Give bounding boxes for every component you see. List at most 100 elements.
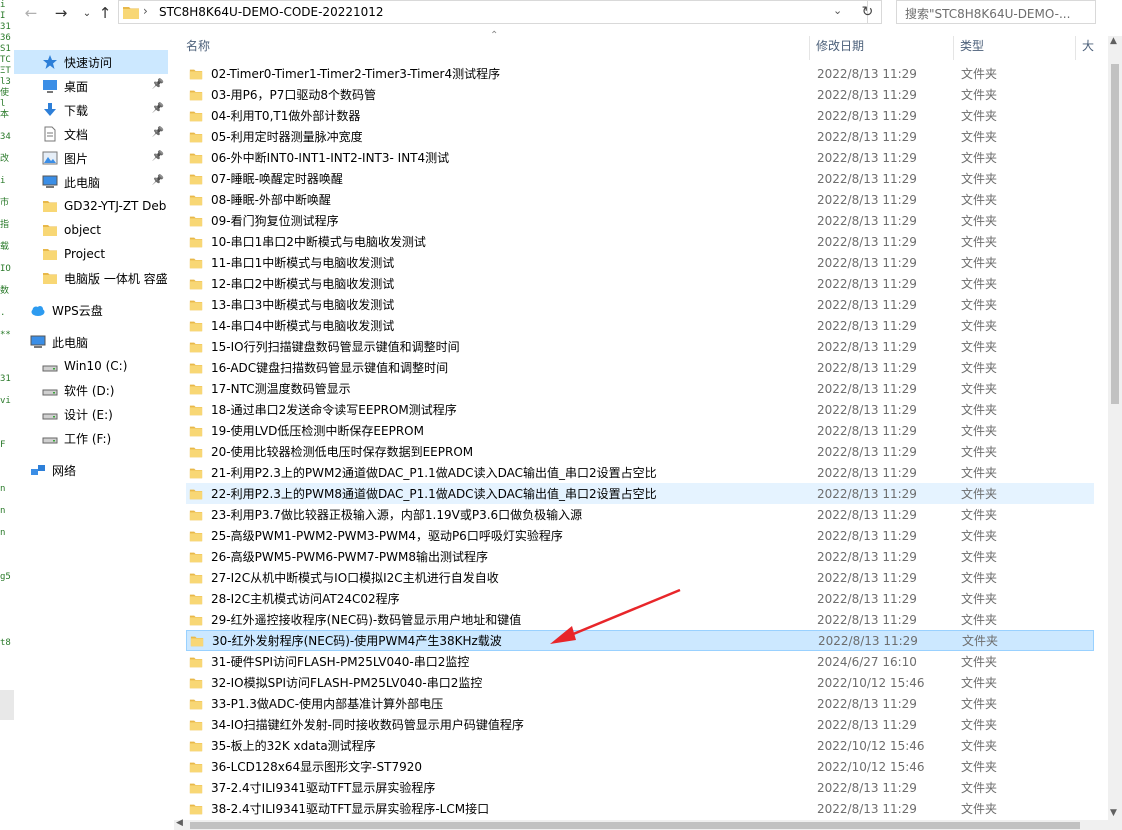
pin-icon[interactable]: 📌 xyxy=(152,103,164,114)
nav-item[interactable]: 下载 📌 xyxy=(14,98,168,122)
file-row[interactable]: 37-2.4寸ILI9341驱动TFT显示屏实验程序 2022/8/13 11:2… xyxy=(186,777,1094,798)
code-line: n xyxy=(0,484,6,494)
file-row[interactable]: 32-IO模拟SPI访问FLASH-PM25LV040-串口2监控 2022/10… xyxy=(186,672,1094,693)
breadcrumb-chevron-icon: › xyxy=(143,4,148,18)
code-line: i xyxy=(0,176,6,186)
nav-item[interactable]: 此电脑 📌 xyxy=(14,170,168,194)
folder-icon xyxy=(189,363,203,373)
file-row[interactable]: 02-Timer0-Timer1-Timer2-Timer3-Timer4测试程… xyxy=(186,63,1094,84)
file-type: 文件夹 xyxy=(961,193,998,207)
nav-item[interactable]: 此电脑 xyxy=(14,330,168,354)
file-row[interactable]: 25-高级PWM1-PWM2-PWM3-PWM4，驱动P6口呼吸灯实验程序 202… xyxy=(186,525,1094,546)
nav-item[interactable]: 文档 📌 xyxy=(14,122,168,146)
folder-icon xyxy=(189,573,203,583)
file-row[interactable]: 11-串口1中断模式与电脑收发测试 2022/8/13 11:29 文件夹 xyxy=(186,252,1094,273)
file-name: 13-串口3中断模式与电脑收发测试 xyxy=(211,298,395,312)
file-row[interactable]: 05-利用定时器测量脉冲宽度 2022/8/13 11:29 文件夹 xyxy=(186,126,1094,147)
file-row[interactable]: 31-硬件SPI访问FLASH-PM25LV040-串口2监控 2024/6/27… xyxy=(186,651,1094,672)
file-type: 文件夹 xyxy=(961,340,998,354)
address-path[interactable]: STC8H8K64U-DEMO-CODE-20221012 xyxy=(159,5,384,19)
file-modified-date: 2022/8/13 11:29 xyxy=(817,360,917,375)
back-button[interactable]: ← xyxy=(20,2,42,24)
nav-item[interactable]: 工作 (F:) xyxy=(14,426,168,450)
column-header-date[interactable]: 修改日期 xyxy=(810,36,954,60)
file-row[interactable]: 04-利用T0,T1做外部计数器 2022/8/13 11:29 文件夹 xyxy=(186,105,1094,126)
file-row[interactable]: 23-利用P3.7做比较器正极输入源，内部1.19V或P3.6口做负极输入源 20… xyxy=(186,504,1094,525)
pin-icon[interactable]: 📌 xyxy=(152,79,164,90)
nav-item[interactable]: 设计 (E:) xyxy=(14,402,168,426)
file-row[interactable]: 13-串口3中断模式与电脑收发测试 2022/8/13 11:29 文件夹 xyxy=(186,294,1094,315)
pin-icon[interactable]: 📌 xyxy=(152,151,164,162)
address-bar[interactable]: › STC8H8K64U-DEMO-CODE-20221012 ⌄ xyxy=(118,0,868,24)
refresh-button[interactable]: ↻ xyxy=(854,0,882,24)
file-row[interactable]: 27-I2C从机中断模式与IO口模拟I2C主机进行自发自收 2022/8/13 1… xyxy=(186,567,1094,588)
file-modified-date: 2022/8/13 11:29 xyxy=(817,66,917,81)
file-row[interactable]: 19-使用LVD低压检测中断保存EEPROM 2022/8/13 11:29 文件夹 xyxy=(186,420,1094,441)
nav-item[interactable]: 软件 (D:) xyxy=(14,378,168,402)
up-button[interactable]: ↑ xyxy=(94,2,116,24)
file-row[interactable]: 14-串口4中断模式与电脑收发测试 2022/8/13 11:29 文件夹 xyxy=(186,315,1094,336)
file-row[interactable]: 12-串口2中断模式与电脑收发测试 2022/8/13 11:29 文件夹 xyxy=(186,273,1094,294)
code-line: 使 xyxy=(0,88,10,98)
file-modified-date: 2022/8/13 11:29 xyxy=(817,255,917,270)
horizontal-scrollbar-thumb[interactable] xyxy=(190,822,1080,829)
file-name: 35-板上的32K xdata测试程序 xyxy=(211,739,376,753)
scroll-left-icon[interactable]: ◀ xyxy=(176,818,183,828)
nav-item[interactable]: 网络 xyxy=(14,458,168,482)
file-row[interactable]: 09-看门狗复位测试程序 2022/8/13 11:29 文件夹 xyxy=(186,210,1094,231)
file-row[interactable]: 33-P1.3做ADC-使用内部基准计算外部电压 2022/8/13 11:29 文… xyxy=(186,693,1094,714)
file-row[interactable]: 03-用P6，P7口驱动8个数码管 2022/8/13 11:29 文件夹 xyxy=(186,84,1094,105)
file-row[interactable]: 18-通过串口2发送命令读写EEPROM测试程序 2022/8/13 11:29 文… xyxy=(186,399,1094,420)
file-type: 文件夹 xyxy=(961,487,998,501)
column-header-size[interactable]: 大 xyxy=(1076,36,1108,60)
file-row[interactable]: 06-外中断INT0-INT1-INT2-INT3- INT4测试 2022/8/… xyxy=(186,147,1094,168)
horizontal-scrollbar[interactable]: ◀ xyxy=(174,818,1122,830)
nav-item[interactable]: 电脑版 一体机 容盛 xyxy=(14,266,168,290)
nav-item[interactable]: 图片 📌 xyxy=(14,146,168,170)
nav-item[interactable]: Project xyxy=(14,242,168,266)
nav-item[interactable]: Win10 (C:) xyxy=(14,354,168,378)
file-row[interactable]: 08-睡眠-外部中断唤醒 2022/8/13 11:29 文件夹 xyxy=(186,189,1094,210)
file-row[interactable]: 07-睡眠-唤醒定时器唤醒 2022/8/13 11:29 文件夹 xyxy=(186,168,1094,189)
file-name: 12-串口2中断模式与电脑收发测试 xyxy=(211,277,395,291)
nav-item[interactable]: 桌面 📌 xyxy=(14,74,168,98)
nav-item-label: 此电脑 xyxy=(52,335,89,350)
forward-button[interactable]: → xyxy=(50,2,72,24)
file-row[interactable]: 17-NTC测温度数码管显示 2022/8/13 11:29 文件夹 xyxy=(186,378,1094,399)
file-row[interactable]: 16-ADC键盘扫描数码管显示键值和调整时间 2022/8/13 11:29 文件夹 xyxy=(186,357,1094,378)
file-modified-date: 2022/8/13 11:29 xyxy=(817,780,917,795)
navigation-pane: 快速访问 桌面 📌 下载 📌 文档 📌 图片 📌 此电脑 📌 GD32-YTJ-ZT Deb objec… xyxy=(14,40,174,830)
file-row[interactable]: 38-2.4寸ILI9341驱动TFT显示屏实验程序-LCM接口 2022/8/1… xyxy=(186,798,1094,818)
scrollbar-thumb[interactable] xyxy=(1111,64,1119,404)
file-row[interactable]: 20-使用比较器检测低电压时保存数据到EEPROM 2022/8/13 11:29… xyxy=(186,441,1094,462)
file-row[interactable]: 30-红外发射程序(NEC码)-使用PWM4产生38KHz载波 2022/8/13… xyxy=(186,630,1094,651)
file-row[interactable]: 36-LCD128x64显示图形文字-ST7920 2022/10/12 15:4… xyxy=(186,756,1094,777)
file-row[interactable]: 10-串口1串口2中断模式与电脑收发测试 2022/8/13 11:29 文件夹 xyxy=(186,231,1094,252)
file-type: 文件夹 xyxy=(961,529,998,543)
pin-icon[interactable]: 📌 xyxy=(152,127,164,138)
file-name: 07-睡眠-唤醒定时器唤醒 xyxy=(211,172,343,186)
column-header-name[interactable]: 名称 xyxy=(180,36,810,60)
nav-item[interactable]: 快速访问 xyxy=(14,50,168,74)
file-row[interactable]: 22-利用P2.3上的PWM8通道做DAC_P1.1做ADC读入DAC输出值_串… xyxy=(186,483,1094,504)
scroll-down-icon[interactable]: ▼ xyxy=(1110,808,1117,818)
nav-item[interactable]: WPS云盘 xyxy=(14,298,168,322)
address-dropdown-icon[interactable]: ⌄ xyxy=(833,4,842,17)
vertical-scrollbar[interactable]: ▲ ▼ xyxy=(1108,36,1122,820)
file-row[interactable]: 28-I2C主机模式访问AT24C02程序 2022/8/13 11:29 文件夹 xyxy=(186,588,1094,609)
file-row[interactable]: 26-高级PWM5-PWM6-PWM7-PWM8输出测试程序 2022/8/13 … xyxy=(186,546,1094,567)
column-header-type[interactable]: 类型 xyxy=(954,36,1076,60)
file-row[interactable]: 34-IO扫描键红外发射-同时接收数码管显示用户码键值程序 2022/8/13 1… xyxy=(186,714,1094,735)
file-row[interactable]: 35-板上的32K xdata测试程序 2022/10/12 15:46 文件夹 xyxy=(186,735,1094,756)
file-row[interactable]: 15-IO行列扫描键盘数码管显示键值和调整时间 2022/8/13 11:29 文件… xyxy=(186,336,1094,357)
code-line: 载 xyxy=(0,242,10,252)
desktop-icon xyxy=(43,80,57,93)
pin-icon[interactable]: 📌 xyxy=(152,175,164,186)
scroll-up-icon[interactable]: ▲ xyxy=(1110,36,1117,46)
nav-item[interactable]: object xyxy=(14,218,168,242)
search-input[interactable]: 搜索"STC8H8K64U-DEMO-... xyxy=(896,0,1096,24)
file-modified-date: 2022/8/13 11:29 xyxy=(817,444,917,459)
file-row[interactable]: 29-红外遥控接收程序(NEC码)-数码管显示用户地址和键值 2022/8/13 … xyxy=(186,609,1094,630)
file-row[interactable]: 21-利用P2.3上的PWM2通道做DAC_P1.1做ADC读入DAC输出值_串… xyxy=(186,462,1094,483)
nav-item[interactable]: GD32-YTJ-ZT Deb xyxy=(14,194,168,218)
